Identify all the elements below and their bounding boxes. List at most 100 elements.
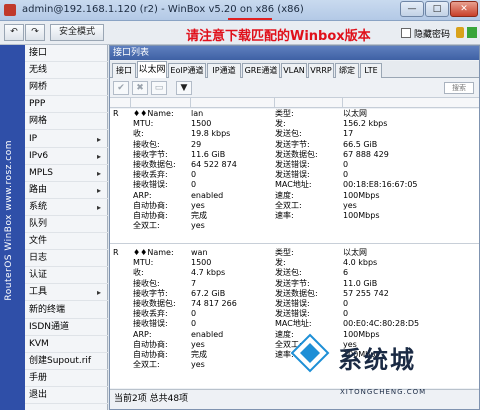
tab-8[interactable]: LTE — [360, 63, 382, 78]
field-value: 0 — [191, 319, 197, 329]
field-label: 接收数据包: — [133, 299, 176, 308]
field-value: 4.0 kbps — [343, 258, 378, 268]
field-value: enabled — [191, 190, 224, 200]
field-label: 全双工: — [275, 200, 302, 210]
hide-password-label: 隐藏密码 — [414, 30, 451, 40]
sidebar-item-label: MPLS — [29, 167, 53, 178]
field-value: 0 — [343, 160, 349, 169]
undo-icon[interactable]: ↶ — [4, 24, 24, 41]
detail-row: 接收字节: 67.2 GiB 发送数据包: 57 255 742 — [110, 289, 479, 299]
field-label: ARP: — [133, 329, 152, 339]
watermark-subtext: XITONGCHENG.COM — [340, 388, 427, 396]
safe-mode-button[interactable]: 安全模式 — [50, 24, 104, 41]
sidebar-item-label: 无线 — [29, 65, 48, 76]
field-value: 0 — [343, 170, 349, 180]
field-value: 17 — [343, 129, 354, 139]
sidebar-item[interactable]: ISDN通道 — [25, 319, 108, 336]
sidebar-item[interactable]: 工具 ▸ — [25, 284, 108, 302]
chevron-right-icon: ▸ — [96, 185, 101, 195]
tab-1[interactable]: 以太网 — [137, 61, 167, 78]
tab-3[interactable]: IP通道 — [207, 63, 241, 78]
sidebar-item[interactable]: KVM — [25, 336, 108, 353]
field-value: 完成 — [191, 350, 207, 359]
sidebar-item[interactable]: IP ▸ — [25, 131, 108, 148]
tab-5[interactable]: VLAN — [281, 63, 307, 78]
detail-row: 自动协商: yes 全双工: yes — [110, 201, 479, 211]
field-label: 发: — [275, 258, 286, 268]
field-label: MTU: — [133, 119, 154, 129]
redo-icon[interactable]: ↷ — [25, 24, 45, 41]
vertical-brand-text: RouterOS WinBox www.rosz.com — [4, 140, 14, 301]
detail-row: 接收丢弃: 0 发送错误: 0 — [110, 309, 479, 319]
sidebar-item-label: 工具 — [29, 287, 48, 298]
comment-icon[interactable]: ▭ — [151, 81, 167, 95]
field-label: 发送错误: — [275, 170, 310, 180]
tab-4[interactable]: GRE通道 — [242, 63, 280, 78]
sidebar-menu: 接口 无线 网桥 PPP 网格 IP ▸ IPv6 ▸ MPLS ▸ 路由 ▸ 系统 ▸ 队列 文件 日志 认证 工具… — [25, 45, 108, 410]
field-label: ♦♦Name: — [133, 248, 174, 257]
field-value: 156.2 kbps — [343, 119, 388, 129]
sidebar-item[interactable]: 退出 — [25, 387, 108, 404]
sidebar-item[interactable]: 创建Supout.rif — [25, 353, 108, 370]
vertical-brand-bar: RouterOS WinBox www.rosz.com — [0, 45, 25, 410]
tab-0[interactable]: 接口 — [112, 63, 136, 78]
field-value: yes — [191, 221, 205, 231]
field-value: 100Mbps — [343, 329, 380, 339]
sidebar-item[interactable]: 新的终端 — [25, 302, 108, 319]
filter-icon[interactable]: ▼ — [176, 81, 192, 95]
version-notice: 请注意下载匹配的Winbox版本 — [186, 29, 371, 44]
watermark-logo-icon — [290, 333, 330, 373]
sidebar-item[interactable]: 手册 — [25, 370, 108, 387]
field-value: 00:E0:4C:80:28:D5 — [343, 319, 420, 329]
sidebar-item-label: 网桥 — [29, 82, 48, 93]
sidebar-item[interactable]: 系统 ▸ — [25, 199, 108, 216]
disable-icon[interactable]: ✖ — [132, 81, 148, 95]
sidebar-item[interactable]: PPP — [25, 96, 108, 114]
sidebar-item[interactable]: 路由 ▸ — [25, 182, 108, 199]
find-input[interactable]: 搜索 — [444, 82, 474, 94]
sidebar-item-label: 队列 — [29, 219, 48, 229]
field-value: 100Mbps — [343, 211, 380, 220]
sidebar-item-label: 认证 — [29, 270, 48, 281]
interface-record[interactable]: R ♦♦Name: lan 类型: 以太网 MTU: 1500 发: 156.2 kbps 收: 1… — [110, 109, 479, 231]
sidebar-item[interactable]: 接口 — [25, 45, 108, 62]
close-button[interactable]: ✕ — [450, 1, 478, 17]
hide-password-checkbox[interactable] — [401, 28, 411, 38]
sidebar-item[interactable]: 文件 — [25, 233, 108, 251]
field-label: 接收包: — [133, 278, 160, 288]
sidebar-item[interactable]: 队列 — [25, 216, 108, 233]
sidebar-item[interactable]: 无线 — [25, 62, 108, 80]
sidebar-item[interactable]: 日志 — [25, 250, 108, 268]
sidebar-item-label: 文件 — [29, 236, 48, 247]
sidebar-item[interactable]: 网桥 — [25, 79, 108, 97]
field-label: 类型: — [275, 248, 294, 257]
field-label: 自动协商: — [133, 339, 168, 349]
minimize-button[interactable]: — — [400, 1, 424, 17]
enable-icon[interactable]: ✔ — [113, 81, 129, 95]
field-value: yes — [191, 200, 205, 210]
field-value: 1500 — [191, 258, 212, 268]
lock-icon — [456, 27, 464, 38]
field-value: 66.5 GiB — [343, 139, 378, 149]
detail-row: ♦♦Name: lan 类型: 以太网 — [110, 109, 479, 119]
tab-6[interactable]: VRRP — [308, 63, 334, 78]
field-label: 发送错误: — [275, 309, 310, 319]
tab-2[interactable]: EoIP通道 — [168, 63, 206, 78]
detail-row: 全双工: yes — [110, 221, 479, 231]
title-bar: admin@192.168.1.120 (r2) - WinBox v5.20 … — [0, 0, 480, 21]
tab-7[interactable]: 绑定 — [335, 63, 359, 78]
chevron-right-icon: ▸ — [96, 134, 101, 144]
field-value: wan — [191, 248, 208, 257]
sidebar-item[interactable]: 网格 — [25, 113, 108, 131]
field-label: 接收丢弃: — [133, 309, 168, 319]
sidebar-item[interactable]: MPLS ▸ — [25, 165, 108, 182]
maximize-button[interactable]: □ — [425, 1, 449, 17]
title-suffix: on x86 (x86) — [236, 4, 304, 15]
field-label: 接收包: — [133, 139, 160, 149]
sidebar-item[interactable]: IPv6 ▸ — [25, 148, 108, 165]
window-title-bar: 接口列表 — [110, 46, 479, 60]
sidebar-item-label: 日志 — [29, 253, 48, 264]
detail-row: 收: 4.7 kbps 发送包: 6 — [110, 268, 479, 278]
sidebar-item-label: KVM — [29, 338, 49, 349]
sidebar-item[interactable]: 认证 — [25, 267, 108, 285]
